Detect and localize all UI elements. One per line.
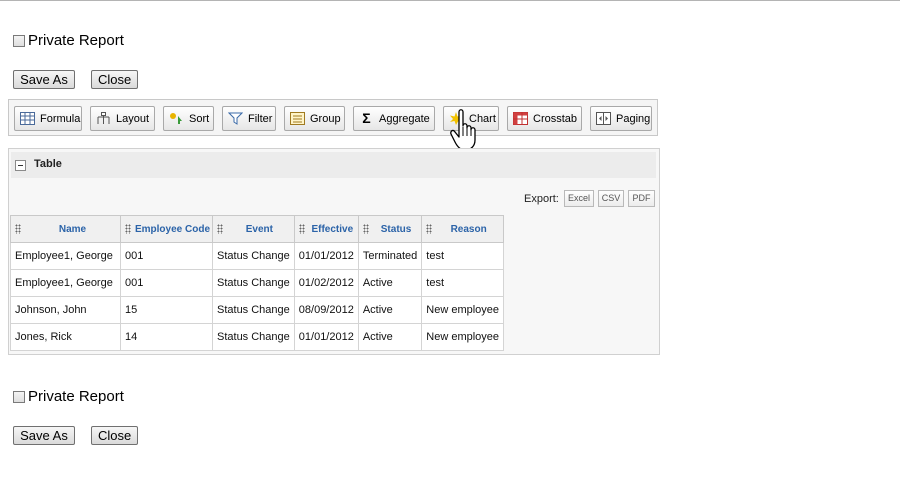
cell-effective: 08/09/2012 (293, 296, 359, 324)
drag-handle-icon[interactable] (298, 224, 305, 234)
cell-effective: 01/01/2012 (293, 242, 359, 270)
group-label: Group (310, 112, 341, 125)
table-panel-header: Table (11, 152, 656, 178)
cell-name: Employee1, George (10, 269, 121, 297)
column-header-status[interactable]: Status (357, 215, 423, 243)
table-row[interactable]: Employee1, George 001 Status Change 01/0… (10, 269, 505, 297)
table-row[interactable]: Employee1, George 001 Status Change 01/0… (10, 242, 505, 270)
layout-label: Layout (116, 112, 150, 125)
sigma-icon: Σ (362, 110, 371, 126)
drag-handle-icon[interactable] (426, 224, 433, 234)
formula-label: Formula (40, 112, 81, 125)
layout-icon (96, 112, 111, 125)
column-header-name[interactable]: Name (10, 215, 121, 243)
paging-button[interactable]: Paging (590, 106, 652, 131)
drag-handle-icon[interactable] (125, 224, 131, 234)
column-header-employee-code[interactable]: Employee Code (120, 215, 213, 243)
cell-employee-code: 001 (120, 269, 213, 297)
sort-icon (169, 112, 184, 125)
table-row[interactable]: Jones, Rick 14 Status Change 01/01/2012 … (10, 323, 505, 351)
save-as-button-bottom[interactable]: Save As (13, 426, 75, 445)
save-as-button[interactable]: Save As (13, 70, 75, 89)
layout-button[interactable]: Layout (90, 106, 155, 131)
cell-event: Status Change (212, 269, 295, 297)
cell-status: Active (357, 323, 423, 351)
crosstab-button[interactable]: Crosstab (507, 106, 582, 131)
top-divider (0, 0, 900, 1)
table-panel: Table Export: Excel CSV PDF Name Employe… (8, 148, 660, 355)
group-icon (290, 112, 305, 125)
cell-status: Active (357, 296, 423, 324)
export-pdf-button[interactable]: PDF (628, 190, 655, 207)
private-report-label-bottom: Private Report (28, 388, 124, 405)
crosstab-icon (513, 112, 528, 125)
cell-employee-code: 15 (120, 296, 213, 324)
cell-name: Employee1, George (10, 242, 121, 270)
paging-icon (596, 112, 611, 125)
cell-reason: test (421, 242, 505, 270)
cell-status: Terminated (357, 242, 423, 270)
cell-name: Johnson, John (10, 296, 121, 324)
cell-event: Status Change (212, 242, 295, 270)
cell-event: Status Change (212, 296, 295, 324)
panel-title: Table (34, 158, 62, 170)
cell-status: Active (357, 269, 423, 297)
cell-reason: test (421, 269, 505, 297)
crosstab-label: Crosstab (533, 112, 578, 125)
private-report-checkbox-bottom[interactable] (13, 390, 25, 403)
cell-reason: New employee (421, 323, 505, 351)
drag-handle-icon[interactable] (217, 224, 223, 234)
aggregate-label: Aggregate (379, 112, 430, 125)
export-label: Export: (524, 193, 559, 205)
close-button[interactable]: Close (91, 70, 138, 89)
private-report-label: Private Report (28, 32, 124, 49)
column-header-effective[interactable]: Effective (293, 215, 359, 243)
filter-button[interactable]: Filter (222, 106, 276, 131)
column-header-event[interactable]: Event (212, 215, 295, 243)
cell-event: Status Change (212, 323, 295, 351)
column-header-reason[interactable]: Reason (421, 215, 505, 243)
sort-label: Sort (189, 112, 210, 125)
formula-icon (20, 112, 35, 125)
sort-button[interactable]: Sort (163, 106, 214, 131)
cell-effective: 01/01/2012 (293, 323, 359, 351)
private-report-checkbox[interactable] (13, 34, 25, 47)
export-csv-button[interactable]: CSV (598, 190, 624, 207)
paging-label: Paging (616, 112, 651, 125)
aggregate-button[interactable]: Σ Aggregate (353, 106, 435, 131)
data-table: Name Employee Code Event Effective Statu… (10, 215, 505, 351)
cell-employee-code: 001 (120, 242, 213, 270)
table-header-row: Name Employee Code Event Effective Statu… (10, 215, 505, 243)
cell-name: Jones, Rick (10, 323, 121, 351)
drag-handle-icon[interactable] (15, 224, 21, 234)
collapse-icon[interactable] (15, 160, 26, 171)
filter-icon (227, 112, 244, 125)
private-report-row: Private Report (13, 32, 124, 49)
table-row[interactable]: Johnson, John 15 Status Change 08/09/201… (10, 296, 505, 324)
filter-label: Filter (248, 112, 273, 125)
private-report-row-bottom: Private Report (13, 388, 124, 405)
cell-effective: 01/02/2012 (293, 269, 359, 297)
report-toolbar: Formula Layout Sort Filter Group Σ Aggre… (8, 99, 658, 136)
group-button[interactable]: Group (284, 106, 345, 131)
close-button-bottom[interactable]: Close (91, 426, 138, 445)
cell-reason: New employee (421, 296, 505, 324)
drag-handle-icon[interactable] (362, 224, 369, 234)
formula-button[interactable]: Formula (14, 106, 82, 131)
cell-employee-code: 14 (120, 323, 213, 351)
export-excel-button[interactable]: Excel (564, 190, 594, 207)
